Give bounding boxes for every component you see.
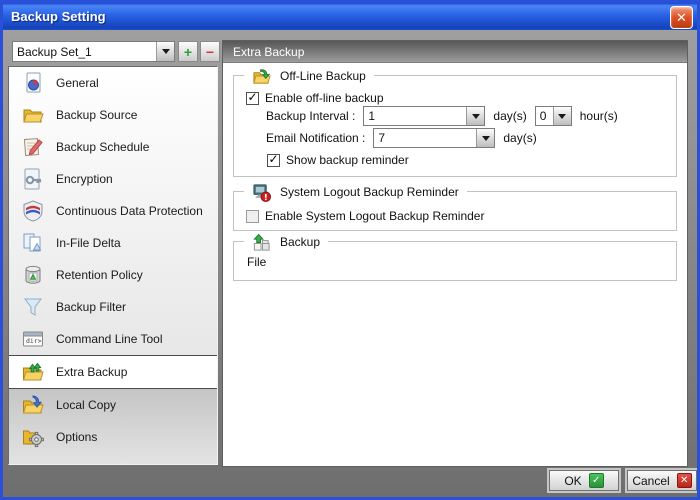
enable-system-logout-checkbox[interactable] — [246, 210, 259, 223]
sidebar-upper-section: General Backup Source Backup Schedule — [9, 67, 217, 355]
backup-type-value: File — [247, 255, 266, 269]
chevron-down-icon[interactable] — [476, 129, 494, 147]
add-backup-set-button[interactable]: + — [178, 41, 198, 62]
enable-offline-row: Enable off-line backup — [246, 88, 384, 108]
backup-set-select[interactable]: Backup Set_1 — [12, 41, 175, 62]
group-title: Backup — [280, 235, 320, 249]
panel-body: Off-Line Backup Enable off-line backup B… — [223, 63, 687, 466]
sidebar-item-retention-policy[interactable]: Retention Policy — [9, 259, 217, 291]
close-button[interactable]: ✕ — [670, 6, 693, 29]
enable-offline-backup-checkbox[interactable] — [246, 92, 259, 105]
group-title: System Logout Backup Reminder — [280, 185, 459, 199]
sidebar-item-label: Retention Policy — [56, 268, 143, 282]
backup-set-value: Backup Set_1 — [13, 45, 156, 59]
email-notification-days-value: 7 — [374, 131, 476, 145]
remove-backup-set-button[interactable]: − — [200, 41, 220, 62]
offline-backup-folder-icon — [252, 67, 271, 86]
sidebar-item-continuous-data-protection[interactable]: Continuous Data Protection — [9, 195, 217, 227]
funnel-icon — [21, 295, 45, 319]
system-logout-group: System Logout Backup Reminder Enable Sys… — [233, 191, 677, 231]
backup-interval-days-value: 1 — [364, 109, 466, 123]
backup-interval-hours-select[interactable]: 0 — [535, 106, 572, 126]
sidebar-item-general[interactable]: General — [9, 67, 217, 99]
hours-unit-label: hour(s) — [580, 109, 618, 123]
backup-group-legend: Backup — [244, 232, 328, 252]
chevron-down-icon[interactable] — [156, 42, 174, 61]
email-notification-days-select[interactable]: 7 — [373, 128, 495, 148]
folder-gear-icon — [21, 425, 45, 449]
cancel-button[interactable]: Cancel ✕ — [627, 470, 697, 491]
sidebar-item-backup-filter[interactable]: Backup Filter — [9, 291, 217, 323]
group-title: Off-Line Backup — [280, 69, 366, 83]
sidebar-item-local-copy[interactable]: Local Copy — [9, 389, 217, 421]
check-icon: ✓ — [589, 473, 604, 488]
open-folder-icon — [21, 103, 45, 127]
key-icon — [21, 167, 45, 191]
sidebar-item-label: In-File Delta — [56, 236, 121, 250]
cancel-button-label: Cancel — [632, 474, 669, 488]
sidebar-item-label: Encryption — [56, 172, 113, 186]
ok-button[interactable]: OK ✓ — [549, 470, 619, 491]
sidebar-item-command-line-tool[interactable]: dir> Command Line Tool — [9, 323, 217, 355]
chevron-down-icon[interactable] — [553, 107, 571, 125]
show-reminder-row: Show backup reminder — [267, 150, 409, 170]
sidebar-lower-section: Local Copy Options — [9, 389, 217, 464]
sidebar-item-backup-source[interactable]: Backup Source — [9, 99, 217, 131]
sidebar-item-label: Local Copy — [56, 398, 116, 412]
backup-group: Backup File — [233, 241, 677, 281]
chevron-down-icon[interactable] — [466, 107, 484, 125]
sidebar-item-label: Command Line Tool — [56, 332, 163, 346]
days-unit-label: day(s) — [493, 109, 526, 123]
checkbox-label: Enable off-line backup — [265, 91, 384, 105]
monitor-alert-icon — [252, 183, 271, 202]
shield-icon — [21, 199, 45, 223]
days-unit-label: day(s) — [503, 131, 536, 145]
sidebar-item-extra-backup[interactable]: Extra Backup — [9, 355, 217, 389]
folder-up-arrows-icon — [21, 360, 45, 384]
system-logout-group-legend: System Logout Backup Reminder — [244, 182, 467, 202]
email-notification-label: Email Notification : — [266, 131, 365, 145]
backup-setting-dialog: Backup Setting ✕ Backup Set_1 + − Genera… — [0, 0, 700, 500]
command-prompt-icon: dir> — [21, 327, 45, 351]
notepad-pencil-icon — [21, 135, 45, 159]
svg-text:dir>: dir> — [26, 337, 42, 345]
folder-copy-arrow-icon — [21, 393, 45, 417]
delta-pages-icon — [21, 231, 45, 255]
sidebar-item-encryption[interactable]: Encryption — [9, 163, 217, 195]
recycle-bin-icon — [21, 263, 45, 287]
sidebar-item-backup-schedule[interactable]: Backup Schedule — [9, 131, 217, 163]
offline-backup-group-legend: Off-Line Backup — [244, 66, 374, 86]
sidebar-item-label: General — [56, 76, 99, 90]
document-pie-icon — [21, 71, 45, 95]
sidebar-item-options[interactable]: Options — [9, 421, 217, 453]
sidebar: General Backup Source Backup Schedule — [8, 66, 218, 465]
panel-header: Extra Backup — [223, 41, 687, 63]
sidebar-item-label: Extra Backup — [56, 365, 127, 379]
enable-system-logout-row: Enable System Logout Backup Reminder — [246, 206, 484, 226]
sidebar-item-label: Options — [56, 430, 97, 444]
checkbox-label: Enable System Logout Backup Reminder — [265, 209, 484, 223]
close-icon: ✕ — [676, 10, 687, 26]
boxes-up-arrow-icon — [252, 233, 271, 252]
backup-interval-hours-value: 0 — [536, 109, 553, 123]
ok-button-label: OK — [564, 474, 581, 488]
window-title: Backup Setting — [3, 9, 106, 24]
sidebar-item-label: Continuous Data Protection — [56, 204, 203, 218]
backup-interval-days-select[interactable]: 1 — [363, 106, 485, 126]
sidebar-item-label: Backup Schedule — [56, 140, 149, 154]
email-notification-row: Email Notification : 7 day(s) — [266, 128, 545, 148]
titlebar: Backup Setting ✕ — [3, 3, 697, 30]
sidebar-item-label: Backup Filter — [56, 300, 126, 314]
main-panel: Extra Backup Off-Line Backup Enable off-… — [222, 40, 688, 467]
x-icon: ✕ — [677, 473, 692, 488]
dialog-body: Backup Set_1 + − General Backup Source — [3, 30, 697, 497]
sidebar-item-in-file-delta[interactable]: In-File Delta — [9, 227, 217, 259]
backup-interval-row: Backup Interval : 1 day(s) 0 hour(s) — [266, 106, 626, 126]
backup-interval-label: Backup Interval : — [266, 109, 355, 123]
sidebar-item-label: Backup Source — [56, 108, 137, 122]
show-backup-reminder-checkbox[interactable] — [267, 154, 280, 167]
offline-backup-group: Off-Line Backup Enable off-line backup B… — [233, 75, 677, 177]
checkbox-label: Show backup reminder — [286, 153, 409, 167]
